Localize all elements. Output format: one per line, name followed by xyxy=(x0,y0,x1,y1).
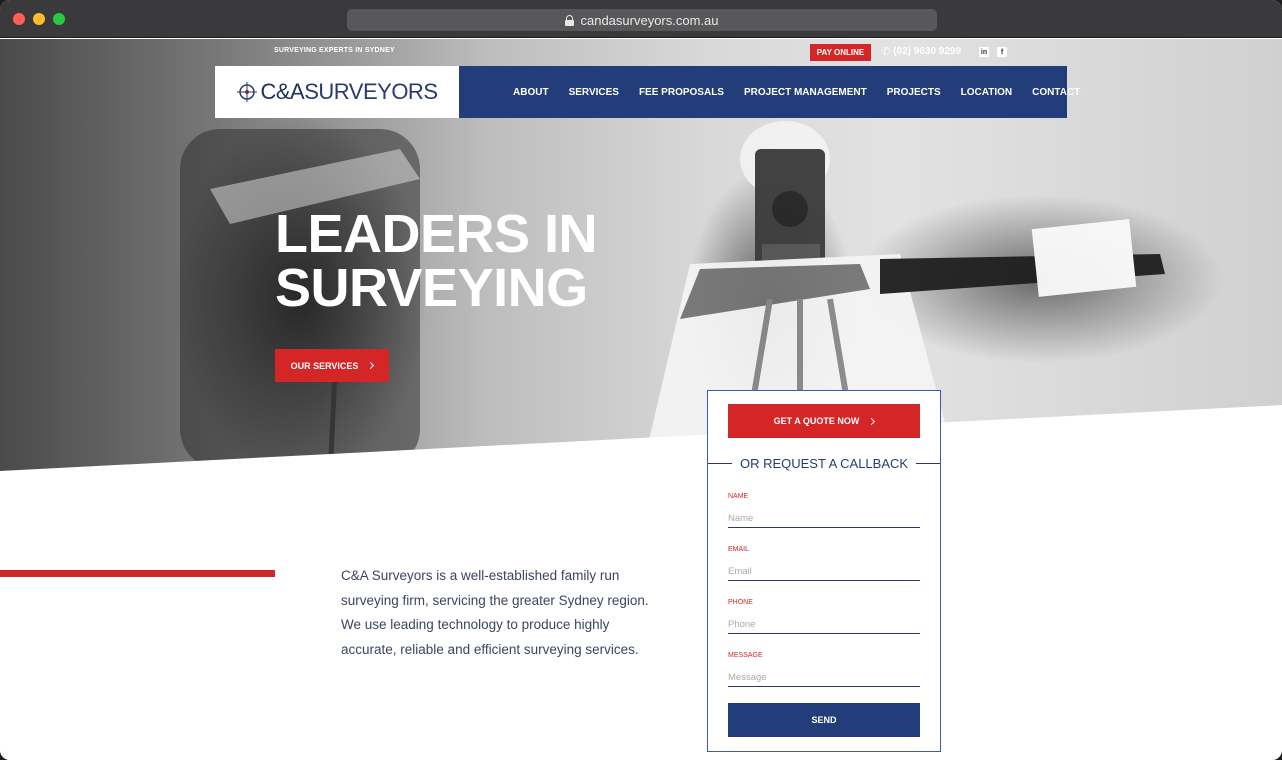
accent-bar xyxy=(0,570,275,577)
send-button[interactable]: SEND xyxy=(728,703,920,737)
callback-title: OR REQUEST A CALLBACK xyxy=(739,455,909,471)
name-field[interactable] xyxy=(728,510,920,528)
browser-titlebar: candasurveyors.com.au xyxy=(0,0,1282,38)
email-label: EMAIL xyxy=(728,546,750,553)
divider xyxy=(916,462,941,464)
phone-label: PHONE xyxy=(728,599,753,606)
email-field[interactable] xyxy=(728,563,920,581)
divider xyxy=(708,462,732,464)
zoom-window-button[interactable] xyxy=(53,13,65,25)
message-label: MESSAGE xyxy=(728,652,763,659)
callback-heading: OR REQUEST A CALLBACK xyxy=(708,454,941,472)
close-window-button[interactable] xyxy=(13,13,25,25)
chevron-right-icon xyxy=(868,417,876,425)
get-quote-label: GET A QUOTE NOW xyxy=(773,416,860,426)
quote-form-card: GET A QUOTE NOW OR REQUEST A CALLBACK NA… xyxy=(707,390,941,752)
minimize-window-button[interactable] xyxy=(33,13,45,25)
phone-field[interactable] xyxy=(728,616,920,634)
intro-paragraph: C&A Surveyors is a well-established fami… xyxy=(341,568,649,657)
message-field[interactable] xyxy=(728,669,920,687)
address-bar-url: candasurveyors.com.au xyxy=(580,12,719,28)
web-page: SURVEYING EXPERTS IN SYDNEY PAY ONLINE ✆… xyxy=(0,39,1282,760)
get-quote-button[interactable]: GET A QUOTE NOW xyxy=(728,404,920,438)
browser-window: candasurveyors.com.au SURVEYING EXPERTS … xyxy=(0,0,1282,760)
name-label: NAME xyxy=(728,493,749,500)
lock-icon xyxy=(565,14,575,26)
address-bar[interactable]: candasurveyors.com.au xyxy=(347,9,937,31)
